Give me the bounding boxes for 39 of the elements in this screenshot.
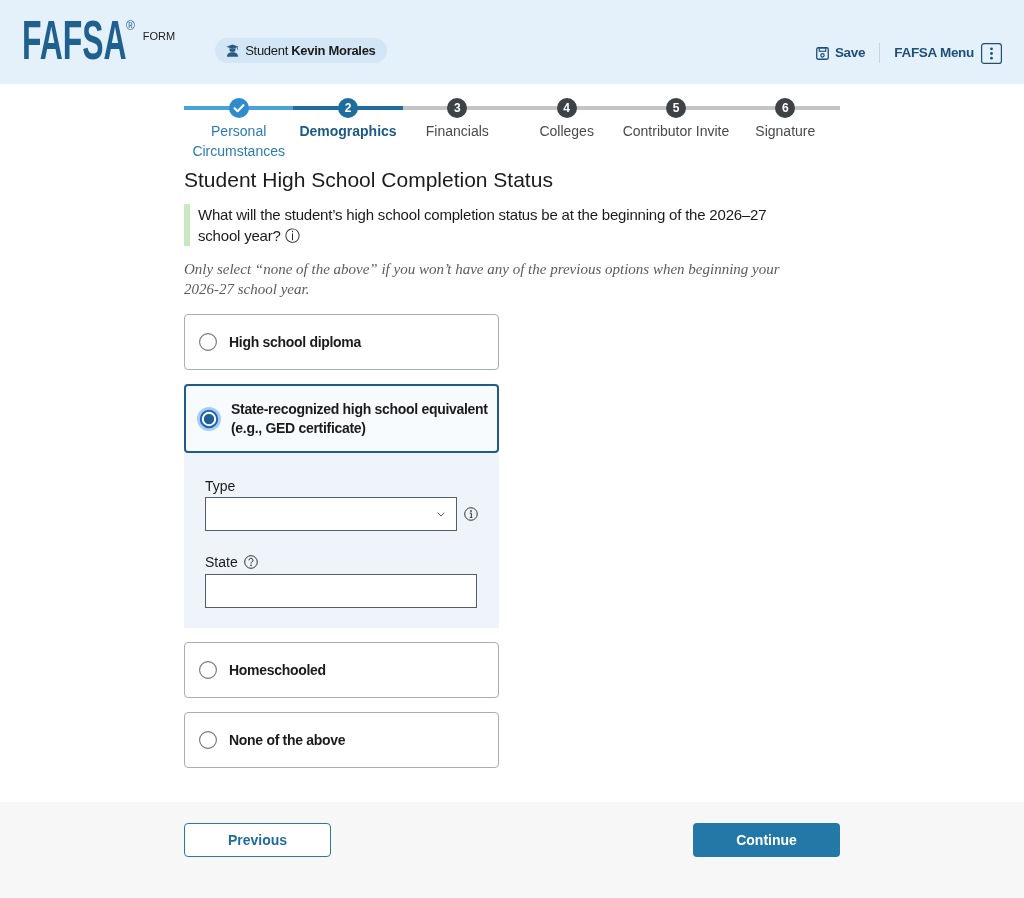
logo-form-label: FORM xyxy=(142,31,176,42)
hint-text: Only select “none of the above” if you won’t have any of the previous options when beginning your 2026-27 school year. xyxy=(184,260,781,299)
dropdown-field[interactable] xyxy=(205,497,458,531)
accent-bar xyxy=(184,204,190,246)
step-number: 4 xyxy=(556,98,577,118)
radio-icon[interactable] xyxy=(199,731,217,749)
step-number: 2 xyxy=(338,98,358,118)
fafsa-menu-button[interactable]: FAFSA Menu xyxy=(894,42,1002,64)
step-number: 6 xyxy=(775,98,796,118)
text-input-field[interactable] xyxy=(205,574,477,608)
radio-option[interactable]: High school diploma xyxy=(184,314,499,370)
save-icon xyxy=(815,46,829,60)
previous-button[interactable]: Previous xyxy=(184,823,331,857)
step-label: Financials xyxy=(424,122,490,141)
question-prompt: What will the student’s high school completion status be at the beginning of the 2026–27 school year? ⓘ xyxy=(198,205,768,246)
page-title: Student High School Completion Status xyxy=(184,167,554,193)
step-label: Demographics xyxy=(298,122,398,141)
user-name: Student Kevin Morales xyxy=(245,41,376,60)
radio-icon[interactable] xyxy=(199,661,217,679)
radio-selected-icon[interactable] xyxy=(197,406,221,431)
step-label: Personal Circumstances xyxy=(191,122,286,161)
field-label: State xyxy=(205,553,238,572)
step-number: 5 xyxy=(665,98,686,118)
radio-option[interactable]: Homeschooled xyxy=(184,642,499,698)
registered-mark: ® xyxy=(126,20,135,32)
field-label: Type xyxy=(205,477,236,496)
help-icon[interactable] xyxy=(243,555,258,569)
step-label: Contributor Invite xyxy=(621,122,731,141)
chevron-down-icon xyxy=(437,511,446,517)
save-button[interactable]: Save xyxy=(815,42,866,64)
radio-option[interactable]: State-recognized high school equivalent (e.g., GED certificate) xyxy=(184,384,499,453)
continue-button[interactable]: Continue xyxy=(693,823,840,857)
graduate-student-icon xyxy=(226,44,240,57)
radio-option[interactable]: None of the above xyxy=(184,712,499,768)
logo-wordmark: FAFSA xyxy=(22,17,127,63)
info-icon[interactable] xyxy=(464,507,478,521)
radio-icon[interactable] xyxy=(199,333,217,351)
step-number: 3 xyxy=(447,98,468,118)
vertical-dots-icon xyxy=(981,42,1002,64)
